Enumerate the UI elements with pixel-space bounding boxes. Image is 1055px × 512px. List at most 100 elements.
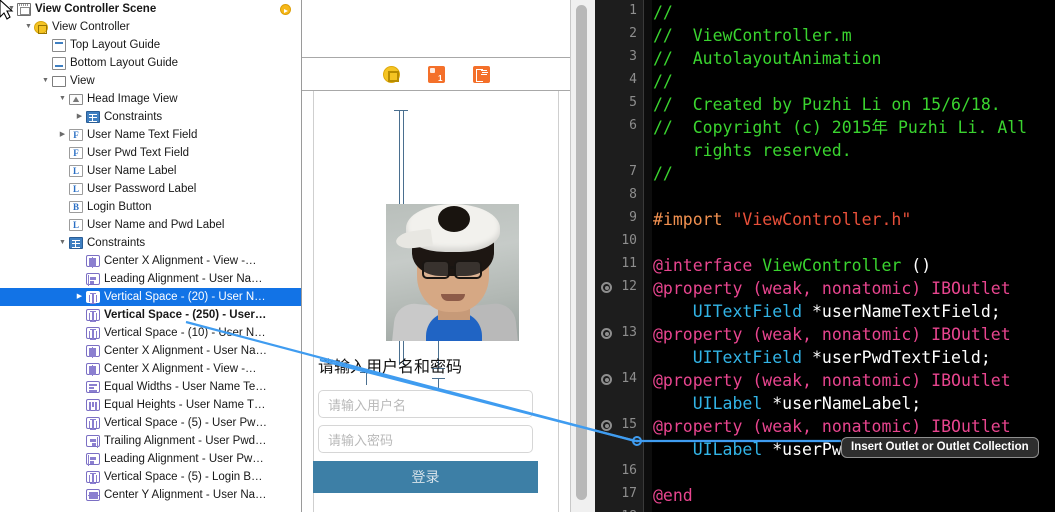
outline-row[interactable]: ▶ Trailing Alignment - User Pwd… [0, 432, 301, 450]
outline-row[interactable]: ▶F User Pwd Text Field [0, 144, 301, 162]
gutter-row[interactable] [595, 438, 643, 461]
outline-row[interactable]: ▶ Top Layout Guide [0, 36, 301, 54]
outline-row[interactable]: ▶ Center X Alignment - User Na… [0, 342, 301, 360]
code-line[interactable] [653, 461, 1055, 484]
code-line[interactable]: #import "ViewController.h" [653, 208, 1055, 231]
outline-row[interactable]: ▶ Vertical Space - (5) - Login B… [0, 468, 301, 486]
outline-row[interactable]: ▶ Vertical Space - (5) - User Pw… [0, 414, 301, 432]
outline-row[interactable]: ▼ View [0, 72, 301, 90]
gutter-row[interactable]: 17 [595, 484, 643, 507]
code-line[interactable]: @property (weak, nonatomic) IBOutlet [653, 323, 1055, 346]
user-name-text-field[interactable]: 请输入用户名 [318, 390, 533, 418]
outline-row[interactable]: ▶B Login Button [0, 198, 301, 216]
code-line[interactable]: // Copyright (c) 2015年 Puzhi Li. All [653, 116, 1055, 139]
user-pwd-text-field[interactable]: 请输入密码 [318, 425, 533, 453]
exit-placeholder-icon[interactable] [472, 65, 490, 83]
outline-row[interactable]: ▶ Center X Alignment - View -… [0, 360, 301, 378]
outline-row[interactable]: ▶L User Name Label [0, 162, 301, 180]
gutter-row[interactable]: 18 [595, 507, 643, 512]
code-line[interactable]: // [653, 70, 1055, 93]
outline-row[interactable]: ▶L User Password Label [0, 180, 301, 198]
outline-row[interactable]: ▶ Leading Alignment - User Na… [0, 270, 301, 288]
gutter-row[interactable]: 15 [595, 415, 643, 438]
chevron-right-icon[interactable]: ▶ [57, 126, 68, 144]
code-line[interactable]: UITextField *userNameTextField; [653, 300, 1055, 323]
canvas-scrollbar[interactable] [570, 0, 595, 512]
code-line[interactable]: UILabel *userNameLabel; [653, 392, 1055, 415]
outline-row[interactable]: ▶ Center X Alignment - View -… [0, 252, 301, 270]
user-name-and-pwd-label[interactable]: 请输入用户名和密码 [318, 358, 533, 376]
code-line[interactable]: @interface ViewController () [653, 254, 1055, 277]
chevron-down-icon[interactable]: ▼ [23, 18, 34, 36]
gutter-row[interactable] [595, 392, 643, 415]
code-line[interactable]: // ViewController.m [653, 24, 1055, 47]
code-line[interactable]: @end [653, 484, 1055, 507]
code-line[interactable] [653, 507, 1055, 512]
gutter-row[interactable]: 5 [595, 93, 643, 116]
chevron-down-icon[interactable]: ▼ [57, 234, 68, 252]
outline-row[interactable]: ▶ Vertical Space - (20) - User N… [0, 288, 301, 306]
gutter-row[interactable]: 9 [595, 208, 643, 231]
issue-marker-icon[interactable] [601, 374, 612, 385]
interface-builder-canvas[interactable]: 请输入用户名和密码 请输入用户名 请输入密码 登录 [302, 0, 570, 512]
view-controller-placeholder-icon[interactable] [382, 65, 400, 83]
code-line[interactable]: UITextField *userPwdTextField; [653, 346, 1055, 369]
issue-marker-icon[interactable] [601, 420, 612, 431]
outline-row[interactable]: ▶ Constraints [0, 108, 301, 126]
outline-row[interactable]: ▶ Center Y Alignment - User Na… [0, 486, 301, 504]
code-line[interactable]: // [653, 162, 1055, 185]
gutter-row[interactable]: 1 [595, 1, 643, 24]
outline-tree[interactable]: ▼View Controller Scene▼View Controller▶T… [0, 0, 301, 504]
gutter-row[interactable]: 8 [595, 185, 643, 208]
gutter-row[interactable]: 3 [595, 47, 643, 70]
code-line[interactable] [653, 185, 1055, 208]
outline-row[interactable]: ▼ Constraints [0, 234, 301, 252]
document-outline-panel[interactable]: ▼View Controller Scene▼View Controller▶T… [0, 0, 302, 512]
gutter-row[interactable]: 11 [595, 254, 643, 277]
code-editor[interactable]: 1234567891011121314151617181920 //// Vie… [595, 0, 1055, 512]
chevron-down-icon[interactable]: ▼ [40, 72, 51, 90]
issue-marker-icon[interactable] [601, 328, 612, 339]
outline-row[interactable]: ▼ View Controller Scene [0, 0, 301, 18]
gutter-row[interactable]: 10 [595, 231, 643, 254]
code-folding-ribbon[interactable] [644, 0, 652, 512]
scrollbar-thumb[interactable] [576, 5, 587, 500]
code-line[interactable]: rights reserved. [653, 139, 1055, 162]
scene-dock-arrow-icon[interactable] [280, 4, 291, 15]
gutter-row[interactable] [595, 346, 643, 369]
gutter-row[interactable]: 7 [595, 162, 643, 185]
scene-dock[interactable] [302, 58, 570, 90]
outline-row[interactable]: ▶ Bottom Layout Guide [0, 54, 301, 72]
code-line[interactable]: @property (weak, nonatomic) IBOutlet [653, 415, 1055, 438]
code-line[interactable]: @property (weak, nonatomic) IBOutlet [653, 277, 1055, 300]
chevron-down-icon[interactable]: ▼ [6, 0, 17, 18]
code-line[interactable]: // AutolayoutAnimation [653, 47, 1055, 70]
outline-row[interactable]: ▶ Equal Widths - User Name Te… [0, 378, 301, 396]
login-button[interactable]: 登录 [313, 461, 538, 493]
gutter-row[interactable] [595, 139, 643, 162]
gutter-row[interactable]: 16 [595, 461, 643, 484]
gutter-row[interactable]: 2 [595, 24, 643, 47]
issue-marker-icon[interactable] [601, 282, 612, 293]
gutter-row[interactable]: 14 [595, 369, 643, 392]
outline-row[interactable]: ▼ View Controller [0, 18, 301, 36]
outline-row[interactable]: ▼ ⛰ Head Image View [0, 90, 301, 108]
chevron-down-icon[interactable]: ▼ [57, 90, 68, 108]
gutter-row[interactable]: 4 [595, 70, 643, 93]
outline-row[interactable]: ▶L User Name and Pwd Label [0, 216, 301, 234]
code-line[interactable] [653, 231, 1055, 254]
code-line[interactable]: @property (weak, nonatomic) IBOutlet [653, 369, 1055, 392]
source-code-area[interactable]: // // ViewController.m // AutolayoutAnimat… [653, 0, 1055, 512]
outline-row[interactable]: ▶ Vertical Space - (10) - User N… [0, 324, 301, 342]
head-image-view[interactable] [386, 204, 519, 341]
gutter-row[interactable]: 6 [595, 116, 643, 139]
gutter-row[interactable]: 13 [595, 323, 643, 346]
outline-row[interactable]: ▶ F User Name Text Field [0, 126, 301, 144]
code-line[interactable]: // [653, 1, 1055, 24]
gutter-row[interactable]: 12 [595, 277, 643, 300]
outline-row[interactable]: ▶ Vertical Space - (250) - User… [0, 306, 301, 324]
first-responder-placeholder-icon[interactable] [427, 65, 445, 83]
code-line[interactable]: // Created by Puzhi Li on 15/6/18. [653, 93, 1055, 116]
outline-row[interactable]: ▶ Equal Heights - User Name T… [0, 396, 301, 414]
gutter-row[interactable] [595, 300, 643, 323]
